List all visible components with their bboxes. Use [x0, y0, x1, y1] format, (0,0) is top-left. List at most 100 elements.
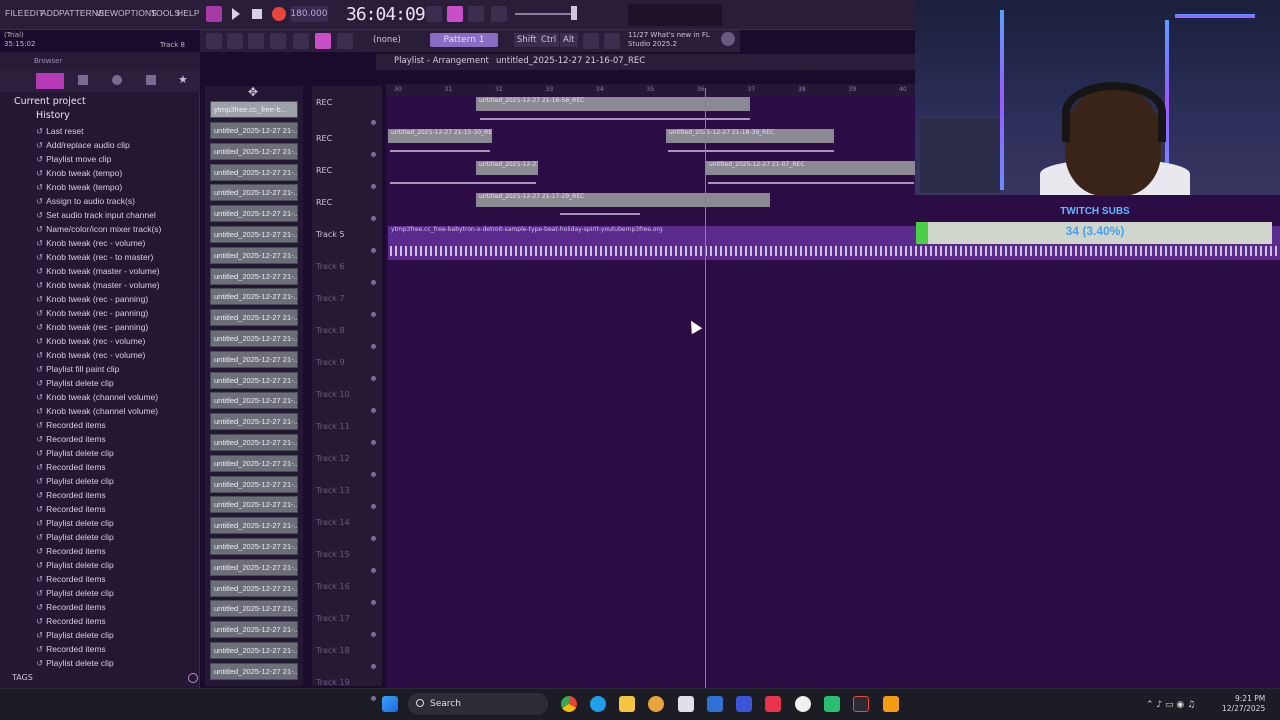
- history-item[interactable]: Knob tweak (master - volume): [36, 266, 159, 280]
- audio-clip[interactable]: untitled_2025-12-27 21-15-30_REC: [388, 129, 492, 143]
- track-name[interactable]: REC: [316, 98, 332, 107]
- track-name[interactable]: Track 13: [316, 486, 350, 495]
- audio-clip[interactable]: untitled_2025-12-27 21-16-07_REC: [476, 161, 538, 175]
- menu-file[interactable]: FILE: [5, 8, 23, 18]
- track-mute-dot[interactable]: [371, 312, 376, 317]
- audio-clip[interactable]: untitled_2025-12-27 21-18-39_REC: [666, 129, 834, 143]
- channel-button[interactable]: untitled_2025-12-27 21-...: [210, 642, 298, 659]
- channel-button[interactable]: untitled_2025-12-27 21-...: [210, 621, 298, 639]
- history-item[interactable]: Last reset: [36, 126, 83, 140]
- history-item[interactable]: Knob tweak (rec - panning): [36, 294, 148, 308]
- channel-button[interactable]: untitled_2025-12-27 21-...: [210, 538, 298, 555]
- history-item[interactable]: Knob tweak (tempo): [36, 168, 122, 182]
- history-folder[interactable]: History: [36, 110, 70, 121]
- audio-clip[interactable]: untitled_2025-12-27 21-16-58_REC: [476, 97, 750, 111]
- history-item[interactable]: Knob tweak (rec - volume): [36, 336, 145, 350]
- channel-button[interactable]: untitled_2025-12-27 21-...: [210, 413, 298, 431]
- track-name[interactable]: Track 12: [316, 454, 350, 463]
- filter-plugin-icon[interactable]: [112, 75, 122, 85]
- play-icon[interactable]: [232, 8, 240, 20]
- folder-icon[interactable]: [619, 696, 635, 712]
- menu-add[interactable]: ADD: [41, 8, 59, 18]
- track-mute-dot[interactable]: [371, 696, 376, 701]
- channel-rack-icon[interactable]: [248, 33, 264, 49]
- channel-button[interactable]: untitled_2025-12-27 21-...: [210, 122, 298, 139]
- track-name[interactable]: Track 19: [316, 678, 350, 687]
- track-mute-dot[interactable]: [371, 248, 376, 253]
- channel-button[interactable]: untitled_2025-12-27 21-...: [210, 205, 298, 223]
- channel-button[interactable]: untitled_2025-12-27 21-...: [210, 600, 298, 618]
- audio-clip[interactable]: untitled_2025-12-27 21-17-29_REC: [476, 193, 770, 207]
- tempo-display[interactable]: 180.000: [290, 6, 328, 22]
- taskbar-search[interactable]: Search: [408, 693, 548, 715]
- move-icon[interactable]: ✥: [248, 85, 258, 99]
- channel-button[interactable]: untitled_2025-12-27 21-...: [210, 267, 298, 285]
- song-mode-icon[interactable]: [206, 6, 222, 22]
- mic-icon[interactable]: [337, 33, 353, 49]
- alt-button[interactable]: Alt: [560, 33, 578, 47]
- channel-button[interactable]: untitled_2025-12-27 21-...: [210, 662, 298, 680]
- app-icon[interactable]: [648, 696, 664, 712]
- tray-icons[interactable]: ⌃ ♪ ▭ ◉ ♫: [1146, 700, 1195, 710]
- history-item[interactable]: Recorded items: [36, 490, 106, 504]
- track-mute-dot[interactable]: [371, 408, 376, 413]
- track-name[interactable]: Track 10: [316, 390, 350, 399]
- history-item[interactable]: Knob tweak (tempo): [36, 182, 122, 196]
- track-mute-dot[interactable]: [371, 184, 376, 189]
- history-item[interactable]: Recorded items: [36, 644, 106, 658]
- store-icon[interactable]: [678, 696, 694, 712]
- app-icon[interactable]: [765, 696, 781, 712]
- history-item[interactable]: Playlist delete clip: [36, 378, 114, 392]
- channel-button[interactable]: untitled_2025-12-27 21-...: [210, 330, 298, 347]
- step-edit-icon[interactable]: [447, 6, 463, 22]
- track-name[interactable]: Track 14: [316, 518, 350, 527]
- history-item[interactable]: Playlist fill paint clip: [36, 364, 119, 378]
- menu-view[interactable]: VIEW: [96, 8, 118, 18]
- channel-button[interactable]: ytmp3free.cc_free-b...: [210, 101, 298, 118]
- track-name[interactable]: REC: [316, 166, 332, 175]
- track-mute-dot[interactable]: [371, 440, 376, 445]
- channel-button[interactable]: untitled_2025-12-27 21-...: [210, 246, 298, 264]
- loop-record-icon[interactable]: [468, 6, 484, 22]
- track-mute-dot[interactable]: [371, 504, 376, 509]
- history-item[interactable]: Playlist delete clip: [36, 658, 114, 672]
- clock[interactable]: 9:21 PM 12/27/2025: [1222, 694, 1265, 714]
- channel-button[interactable]: untitled_2025-12-27 21-...: [210, 288, 298, 306]
- channel-button[interactable]: untitled_2025-12-27 21-...: [210, 475, 298, 493]
- history-item[interactable]: Recorded items: [36, 420, 106, 434]
- history-item[interactable]: Knob tweak (channel volume): [36, 406, 158, 420]
- track-name[interactable]: REC: [316, 198, 332, 207]
- track-mute-dot[interactable]: [371, 568, 376, 573]
- search-icon[interactable]: [188, 673, 198, 683]
- app-icon[interactable]: [824, 696, 840, 712]
- track-mute-dot[interactable]: [371, 152, 376, 157]
- metronome-icon[interactable]: [426, 6, 442, 22]
- history-item[interactable]: Playlist delete clip: [36, 560, 114, 574]
- news-panel[interactable]: 11/27 What's new in FL Studio 2025.2: [628, 31, 710, 49]
- channel-button[interactable]: untitled_2025-12-27 21-...: [210, 163, 298, 181]
- menu-help[interactable]: HELP: [177, 8, 200, 18]
- track-name[interactable]: Track 8: [316, 326, 345, 335]
- menu-icon[interactable]: [604, 33, 620, 49]
- track-name[interactable]: Track 15: [316, 550, 350, 559]
- track-mute-dot[interactable]: [371, 376, 376, 381]
- plugin-icon[interactable]: [293, 33, 309, 49]
- channel-button[interactable]: untitled_2025-12-27 21-...: [210, 184, 298, 202]
- fl-logo-icon[interactable]: [721, 32, 735, 46]
- cloud-icon[interactable]: [146, 75, 156, 85]
- edge-icon[interactable]: [590, 696, 606, 712]
- track-mute-dot[interactable]: [371, 664, 376, 669]
- stop-icon[interactable]: [252, 9, 262, 19]
- track-name[interactable]: Track 9: [316, 358, 345, 367]
- track-name[interactable]: Track 5: [316, 230, 345, 239]
- history-item[interactable]: Recorded items: [36, 434, 106, 448]
- history-item[interactable]: Playlist delete clip: [36, 448, 114, 462]
- history-item[interactable]: Playlist move clip: [36, 154, 111, 168]
- history-item[interactable]: Knob tweak (rec - volume): [36, 350, 145, 364]
- filter-all-icon[interactable]: [36, 73, 64, 89]
- history-item[interactable]: Assign to audio track(s): [36, 196, 135, 210]
- history-item[interactable]: Recorded items: [36, 602, 106, 616]
- audio-clip[interactable]: untitled_2025-12-27 21-07_REC: [706, 161, 916, 175]
- track-name[interactable]: Track 6: [316, 262, 345, 271]
- pattern-selector[interactable]: Pattern 1: [430, 33, 498, 47]
